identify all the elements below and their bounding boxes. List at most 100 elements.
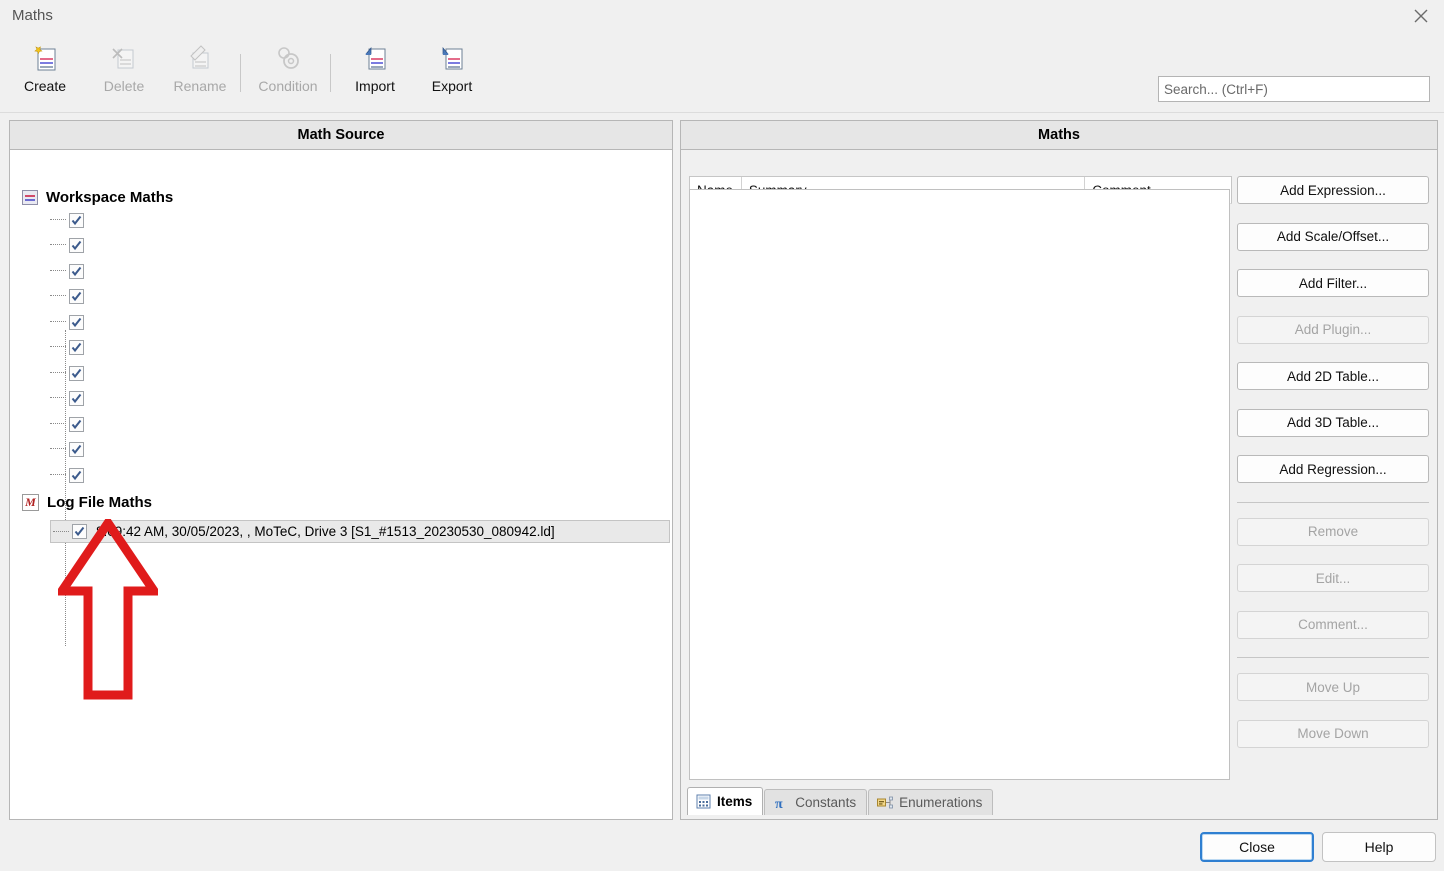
tree-item-workspace-6[interactable] (50, 362, 93, 384)
move-up-button[interactable]: Move Up (1237, 673, 1429, 701)
tab-enumerations[interactable]: Enumerations (868, 789, 994, 815)
maths-list-area[interactable] (689, 189, 1230, 780)
tree-dot-line (50, 295, 66, 297)
pi-icon: π (773, 795, 789, 811)
toolbar-label-export: Export (431, 78, 473, 94)
tree-item-workspace-2[interactable] (50, 260, 93, 282)
tree-group-label-logfile: Log File Maths (47, 494, 152, 511)
create-math-icon (30, 42, 60, 76)
checkbox-workspace-4[interactable] (69, 314, 84, 330)
add-filter-button[interactable]: Add Filter... (1237, 269, 1429, 297)
tree-item-workspace-8[interactable] (50, 413, 93, 435)
tree-dot-line (50, 244, 66, 246)
tree-dot-line (50, 346, 66, 348)
maths-body: Name Summary Comment Add Expression... A… (681, 150, 1437, 819)
tree-item-workspace-3[interactable] (50, 285, 93, 307)
checkbox-workspace-3[interactable] (69, 288, 84, 304)
math-source-panel: Math Source Workspace Maths M Log File M… (9, 120, 673, 820)
tree-dot-line (50, 397, 66, 399)
checkbox-workspace-7[interactable] (69, 390, 84, 406)
checkbox-workspace-1[interactable] (69, 237, 84, 253)
checkbox-workspace-2[interactable] (69, 263, 84, 279)
tab-items[interactable]: Items (687, 787, 764, 815)
maths-button-column: Add Expression... Add Scale/Offset... Ad… (1237, 176, 1431, 766)
log-file-maths-icon: M (22, 494, 39, 511)
add-plugin-button[interactable]: Add Plugin... (1237, 315, 1429, 344)
button-group-separator-2 (1237, 657, 1429, 658)
tab-label-items: Items (717, 794, 753, 809)
tree-dot-line (50, 474, 66, 476)
add-scale-offset-button[interactable]: Add Scale/Offset... (1237, 222, 1429, 251)
tree-dot-line (50, 448, 66, 450)
button-group-separator-1 (1237, 501, 1429, 503)
add-2d-table-button[interactable]: Add 2D Table... (1237, 362, 1429, 390)
checkbox-workspace-6[interactable] (69, 365, 84, 381)
toolbar: Create Delete Rename Condition Import Ex… (0, 36, 1444, 113)
tree-item-logfile-0[interactable]: 8:09:42 AM, 30/05/2023, , MoTeC, Drive 3… (50, 520, 670, 543)
export-icon (437, 42, 467, 76)
close-button[interactable]: Close (1200, 832, 1314, 862)
checkbox-workspace-5[interactable] (69, 339, 84, 355)
tree-item-workspace-7[interactable] (50, 387, 93, 409)
add-3d-table-button[interactable]: Add 3D Table... (1237, 408, 1429, 437)
tree-dot-line (50, 423, 66, 425)
comment-button[interactable]: Comment... (1237, 610, 1429, 639)
checkbox-logfile-0[interactable] (72, 524, 87, 539)
rename-math-icon (185, 42, 215, 76)
tree-item-workspace-5[interactable] (50, 336, 93, 358)
svg-text:π: π (775, 797, 783, 811)
import-icon (360, 42, 390, 76)
toolbar-label-condition: Condition (258, 78, 318, 94)
tree-item-workspace-9[interactable] (50, 438, 93, 460)
toolbar-separator-1 (240, 54, 241, 92)
tree-dot-line (50, 270, 66, 272)
tab-label-enumerations: Enumerations (899, 795, 983, 810)
tree-group-log-file-maths[interactable]: M Log File Maths (22, 494, 152, 511)
title-bar: Maths (0, 0, 1444, 36)
toolbar-separator-2 (330, 54, 331, 92)
search-input[interactable] (1158, 76, 1430, 102)
help-button[interactable]: Help (1322, 832, 1436, 862)
maths-header: Maths (681, 121, 1437, 150)
tree-group-workspace-maths[interactable]: Workspace Maths (22, 189, 173, 206)
remove-button[interactable]: Remove (1237, 517, 1429, 546)
tree-dot-line (50, 219, 66, 221)
calculator-icon (696, 794, 711, 809)
condition-gear-icon (273, 42, 303, 76)
tab-constants[interactable]: π Constants (764, 789, 868, 815)
toolbar-label-delete: Delete (103, 78, 145, 94)
toolbar-button-rename[interactable]: Rename (163, 42, 237, 104)
edit-button[interactable]: Edit... (1237, 564, 1429, 592)
toolbar-label-import: Import (355, 78, 395, 94)
tree-item-workspace-10[interactable] (50, 464, 93, 486)
tree-group-label-workspace: Workspace Maths (46, 189, 174, 206)
add-expression-button[interactable]: Add Expression... (1237, 176, 1429, 204)
tree-item-workspace-4[interactable] (50, 311, 93, 333)
tree-dot-line (50, 372, 66, 374)
tab-label-constants: Constants (795, 795, 857, 810)
math-source-tree[interactable]: Workspace Maths M Log File Maths 8:09:42… (10, 150, 672, 819)
math-source-header: Math Source (10, 121, 672, 150)
toolbar-label-create: Create (23, 78, 67, 94)
checkbox-workspace-8[interactable] (69, 416, 84, 432)
maths-panel: Maths Name Summary Comment Add Expressio… (680, 120, 1438, 820)
toolbar-button-import[interactable]: Import (338, 42, 412, 104)
close-icon[interactable] (1398, 0, 1444, 32)
tree-item-workspace-1[interactable] (50, 234, 93, 256)
move-down-button[interactable]: Move Down (1237, 719, 1429, 748)
toolbar-button-create[interactable]: Create (8, 42, 82, 104)
tree-item-label-logfile-0: 8:09:42 AM, 30/05/2023, , MoTeC, Drive 3… (96, 524, 555, 539)
checkbox-workspace-9[interactable] (69, 441, 84, 457)
delete-math-icon (109, 42, 139, 76)
tree-dot-line (50, 321, 66, 323)
workspace-maths-icon (22, 190, 38, 205)
toolbar-button-export[interactable]: Export (415, 42, 489, 104)
add-regression-button[interactable]: Add Regression... (1237, 455, 1429, 483)
toolbar-button-condition[interactable]: Condition (251, 42, 325, 104)
checkbox-workspace-0[interactable] (69, 212, 84, 228)
tree-item-workspace-0[interactable] (50, 209, 93, 231)
window-title: Maths (12, 7, 53, 24)
checkbox-workspace-10[interactable] (69, 467, 84, 483)
toolbar-button-delete[interactable]: Delete (87, 42, 161, 104)
tree-dot-line (53, 530, 69, 533)
